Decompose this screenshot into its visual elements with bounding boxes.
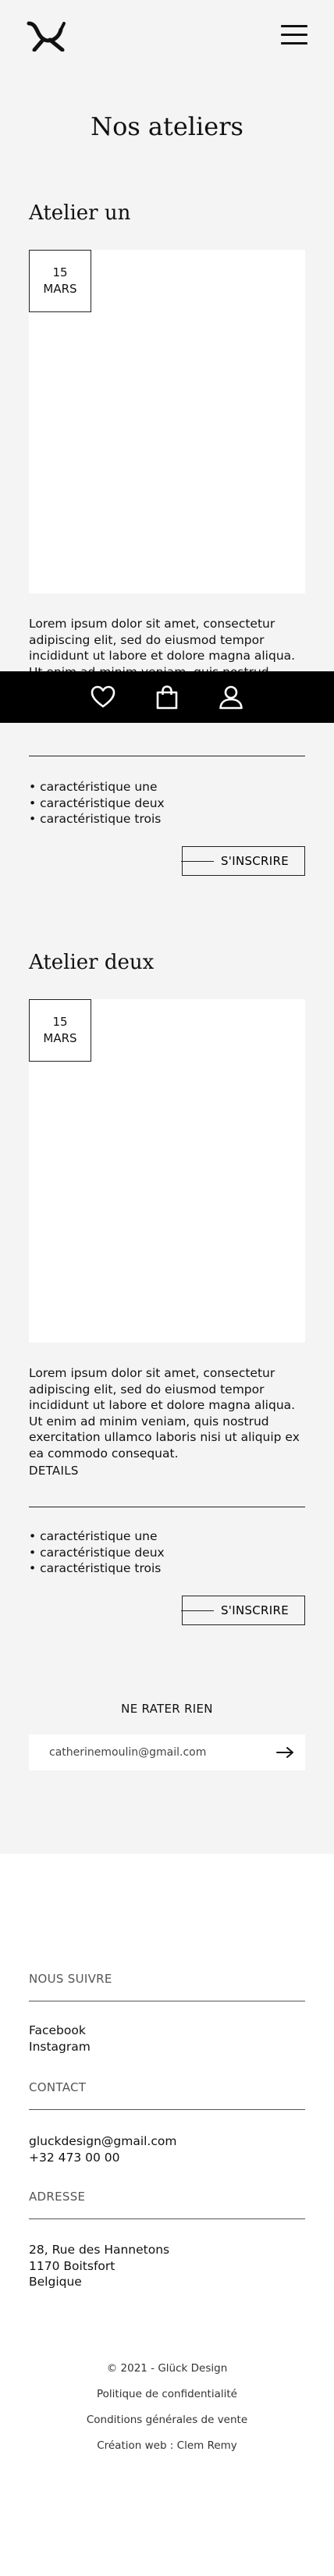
date-day: 15 <box>52 265 68 279</box>
contact-details: gluckdesign@gmail.com +32 473 00 00 <box>29 2133 176 2165</box>
contact-phone-link[interactable]: +32 473 00 00 <box>29 2150 176 2166</box>
atelier-card: Atelier un 15 MARS Lorem ipsum dolor sit… <box>29 201 305 877</box>
list-item: • caractéristique trois <box>29 812 162 826</box>
list-item: • caractéristique une <box>29 1529 158 1543</box>
list-item: • caractéristique une <box>29 780 158 794</box>
register-button[interactable]: S'INSCRIRE <box>181 1596 305 1625</box>
follow-heading: NOUS SUIVRE <box>29 1972 112 1986</box>
register-button[interactable]: S'INSCRIRE <box>181 846 305 876</box>
date-badge: 15 MARS <box>29 250 91 312</box>
address-block: 28, Rue des Hannetons 1170 Boitsfort Bel… <box>29 2242 169 2290</box>
address-line: 28, Rue des Hannetons <box>29 2243 170 2257</box>
terms-link-wrap: Conditions générales de vente <box>0 2414 334 2426</box>
date-badge: 15 MARS <box>29 999 91 1062</box>
menu-bar <box>281 25 307 27</box>
shopping-bag-icon[interactable] <box>154 684 180 710</box>
features-list: • caractéristique une • caractéristique … <box>29 779 165 827</box>
web-credit-link[interactable]: Création web : Clem Remy <box>97 2439 237 2452</box>
menu-bar <box>281 42 307 44</box>
contact-email-link[interactable]: gluckdesign@gmail.com <box>29 2133 176 2150</box>
atelier-card: Atelier deux 15 MARS Lorem ipsum dolor s… <box>29 951 305 1627</box>
newsletter-email-input[interactable] <box>29 1735 266 1770</box>
gluck-design-logo-icon[interactable] <box>27 20 67 52</box>
date-day: 15 <box>52 1015 68 1029</box>
button-line-decoration <box>181 861 214 862</box>
address-heading: ADRESSE <box>29 2190 86 2204</box>
user-icon-glyph <box>219 685 243 710</box>
atelier-image: 15 MARS <box>29 250 305 593</box>
facebook-link[interactable]: Facebook <box>29 2023 91 2039</box>
site-header <box>0 0 334 78</box>
terms-of-sale-link[interactable]: Conditions générales de vente <box>87 2414 247 2426</box>
button-line-decoration <box>181 1610 214 1611</box>
heart-icon-glyph <box>91 685 115 708</box>
list-item: • caractéristique deux <box>29 795 165 810</box>
bottom-tab-bar <box>0 671 334 723</box>
social-links: Facebook Instagram <box>29 2023 91 2055</box>
date-month: MARS <box>43 1031 77 1045</box>
page: Nos ateliers Atelier un 15 MARS Lorem ip… <box>0 0 334 2576</box>
atelier-image: 15 MARS <box>29 999 305 1343</box>
privacy-policy-link[interactable]: Politique de confidentialité <box>97 2388 237 2400</box>
newsletter-title: NE RATER RIEN <box>121 1702 213 1716</box>
atelier-description: Lorem ipsum dolor sit amet, consectetur … <box>29 1366 300 1461</box>
contact-heading: CONTACT <box>29 2080 87 2094</box>
shopping-bag-icon-glyph <box>156 685 178 710</box>
address-line: 1170 Boitsfort <box>29 2258 115 2273</box>
divider <box>29 2109 305 2110</box>
hamburger-menu-icon[interactable] <box>281 25 307 45</box>
atelier-title: Atelier deux <box>29 951 155 974</box>
atelier-title: Atelier un <box>29 201 131 225</box>
details-label[interactable]: DETAILS <box>29 1464 79 1478</box>
divider <box>29 2218 305 2219</box>
features-list: • caractéristique une • caractéristique … <box>29 1528 165 1577</box>
date-month: MARS <box>43 282 77 296</box>
privacy-link-wrap: Politique de confidentialité <box>0 2388 334 2400</box>
newsletter-form <box>29 1735 305 1770</box>
web-credit-link-wrap: Création web : Clem Remy <box>0 2439 334 2452</box>
register-button-label: S'INSCRIRE <box>220 1603 289 1617</box>
copyright-text: © 2021 - Glück Design <box>106 2362 228 2375</box>
list-item: • caractéristique trois <box>29 1561 162 1575</box>
register-button-label: S'INSCRIRE <box>220 854 289 868</box>
arrow-right-icon <box>276 1747 293 1758</box>
list-item: • caractéristique deux <box>29 1545 165 1560</box>
site-footer: NOUS SUIVRE Facebook Instagram CONTACT g… <box>0 1854 334 2576</box>
page-title: Nos ateliers <box>91 112 243 141</box>
menu-bar <box>281 34 307 36</box>
newsletter-submit-button[interactable] <box>266 1735 305 1770</box>
user-icon[interactable] <box>218 684 244 710</box>
instagram-link[interactable]: Instagram <box>29 2039 91 2055</box>
address-line: Belgique <box>29 2275 82 2289</box>
heart-icon[interactable] <box>90 684 116 710</box>
